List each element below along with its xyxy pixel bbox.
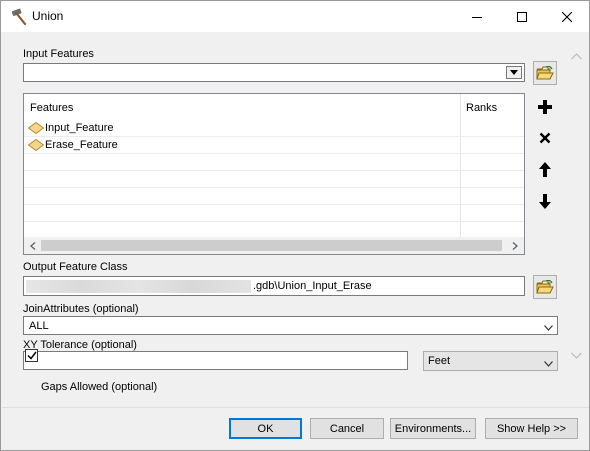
join-attributes-value: ALL: [29, 320, 49, 332]
xy-tolerance-unit-value: Feet: [428, 355, 451, 367]
gaps-allowed-checkbox[interactable]: [25, 349, 38, 362]
column-header-features[interactable]: Features: [30, 102, 73, 114]
output-feature-class-input[interactable]: .gdb\Union_Input_Erase: [23, 276, 525, 296]
ok-button[interactable]: OK: [229, 418, 302, 439]
scroll-up-icon[interactable]: [570, 50, 583, 63]
output-feature-class-label: Output Feature Class: [23, 261, 128, 273]
maximize-button[interactable]: [499, 1, 544, 32]
chevron-down-icon[interactable]: [544, 322, 553, 334]
table-header: Features Ranks: [24, 94, 524, 120]
environments-button[interactable]: Environments...: [390, 418, 476, 439]
arrow-up-icon: [539, 161, 551, 177]
input-features-label: Input Features: [23, 48, 94, 60]
vertical-scrollbar[interactable]: [568, 13, 585, 373]
table-row-empty[interactable]: [24, 154, 524, 171]
window-title: Union: [32, 9, 64, 23]
xy-tolerance-input[interactable]: [23, 351, 408, 370]
scrollbar-thumb[interactable]: [41, 240, 502, 251]
browse-input-button[interactable]: [533, 61, 557, 85]
union-dialog: Union Input Features Features Ranks Inpu…: [0, 0, 590, 451]
input-features-combo[interactable]: [23, 63, 525, 82]
table-row[interactable]: Input_Feature: [24, 120, 524, 137]
xy-tolerance-label: XY Tolerance (optional): [23, 339, 137, 351]
column-header-ranks[interactable]: Ranks: [466, 102, 497, 114]
join-attributes-select[interactable]: ALL: [23, 316, 558, 335]
table-row[interactable]: Erase_Feature: [24, 137, 524, 154]
move-up-button[interactable]: [534, 158, 556, 180]
arrow-down-icon: [539, 193, 551, 209]
hammer-icon: [10, 8, 28, 26]
remove-row-button[interactable]: [534, 127, 556, 149]
open-folder-icon: [536, 66, 554, 80]
join-attributes-label: JoinAttributes (optional): [23, 303, 139, 315]
scroll-left-icon[interactable]: [27, 240, 39, 251]
horizontal-scrollbar[interactable]: [24, 237, 524, 254]
table-row-empty[interactable]: [24, 171, 524, 188]
checkmark-icon: [26, 351, 37, 360]
feature-class-icon: [28, 139, 44, 151]
xy-tolerance-unit-select[interactable]: Feet: [423, 351, 558, 371]
feature-name: Erase_Feature: [45, 139, 118, 151]
plus-icon: [538, 100, 552, 114]
output-feature-class-value: .gdb\Union_Input_Erase: [253, 280, 372, 292]
feature-class-icon: [28, 122, 44, 134]
table-row-empty[interactable]: [24, 205, 524, 222]
redacted-path: [26, 280, 251, 293]
move-down-button[interactable]: [534, 190, 556, 212]
dialog-footer: OK Cancel Environments... Show Help >>: [2, 407, 589, 450]
browse-output-button[interactable]: [533, 275, 557, 299]
gaps-allowed-label[interactable]: Gaps Allowed (optional): [41, 381, 157, 393]
features-table[interactable]: Features Ranks Input_Feature Erase_Featu…: [23, 93, 525, 255]
dropdown-arrow-icon[interactable]: [506, 66, 522, 79]
open-folder-icon: [536, 280, 554, 294]
add-row-button[interactable]: [534, 96, 556, 118]
show-help-button[interactable]: Show Help >>: [485, 418, 578, 439]
minimize-button[interactable]: [454, 1, 499, 32]
feature-name: Input_Feature: [45, 122, 114, 134]
cancel-button[interactable]: Cancel: [310, 418, 384, 439]
title-bar: Union: [1, 1, 589, 32]
scroll-right-icon[interactable]: [509, 240, 521, 251]
scroll-down-icon[interactable]: [570, 349, 583, 362]
x-icon: [539, 132, 551, 144]
table-row-empty[interactable]: [24, 188, 524, 205]
chevron-down-icon[interactable]: [544, 358, 553, 370]
